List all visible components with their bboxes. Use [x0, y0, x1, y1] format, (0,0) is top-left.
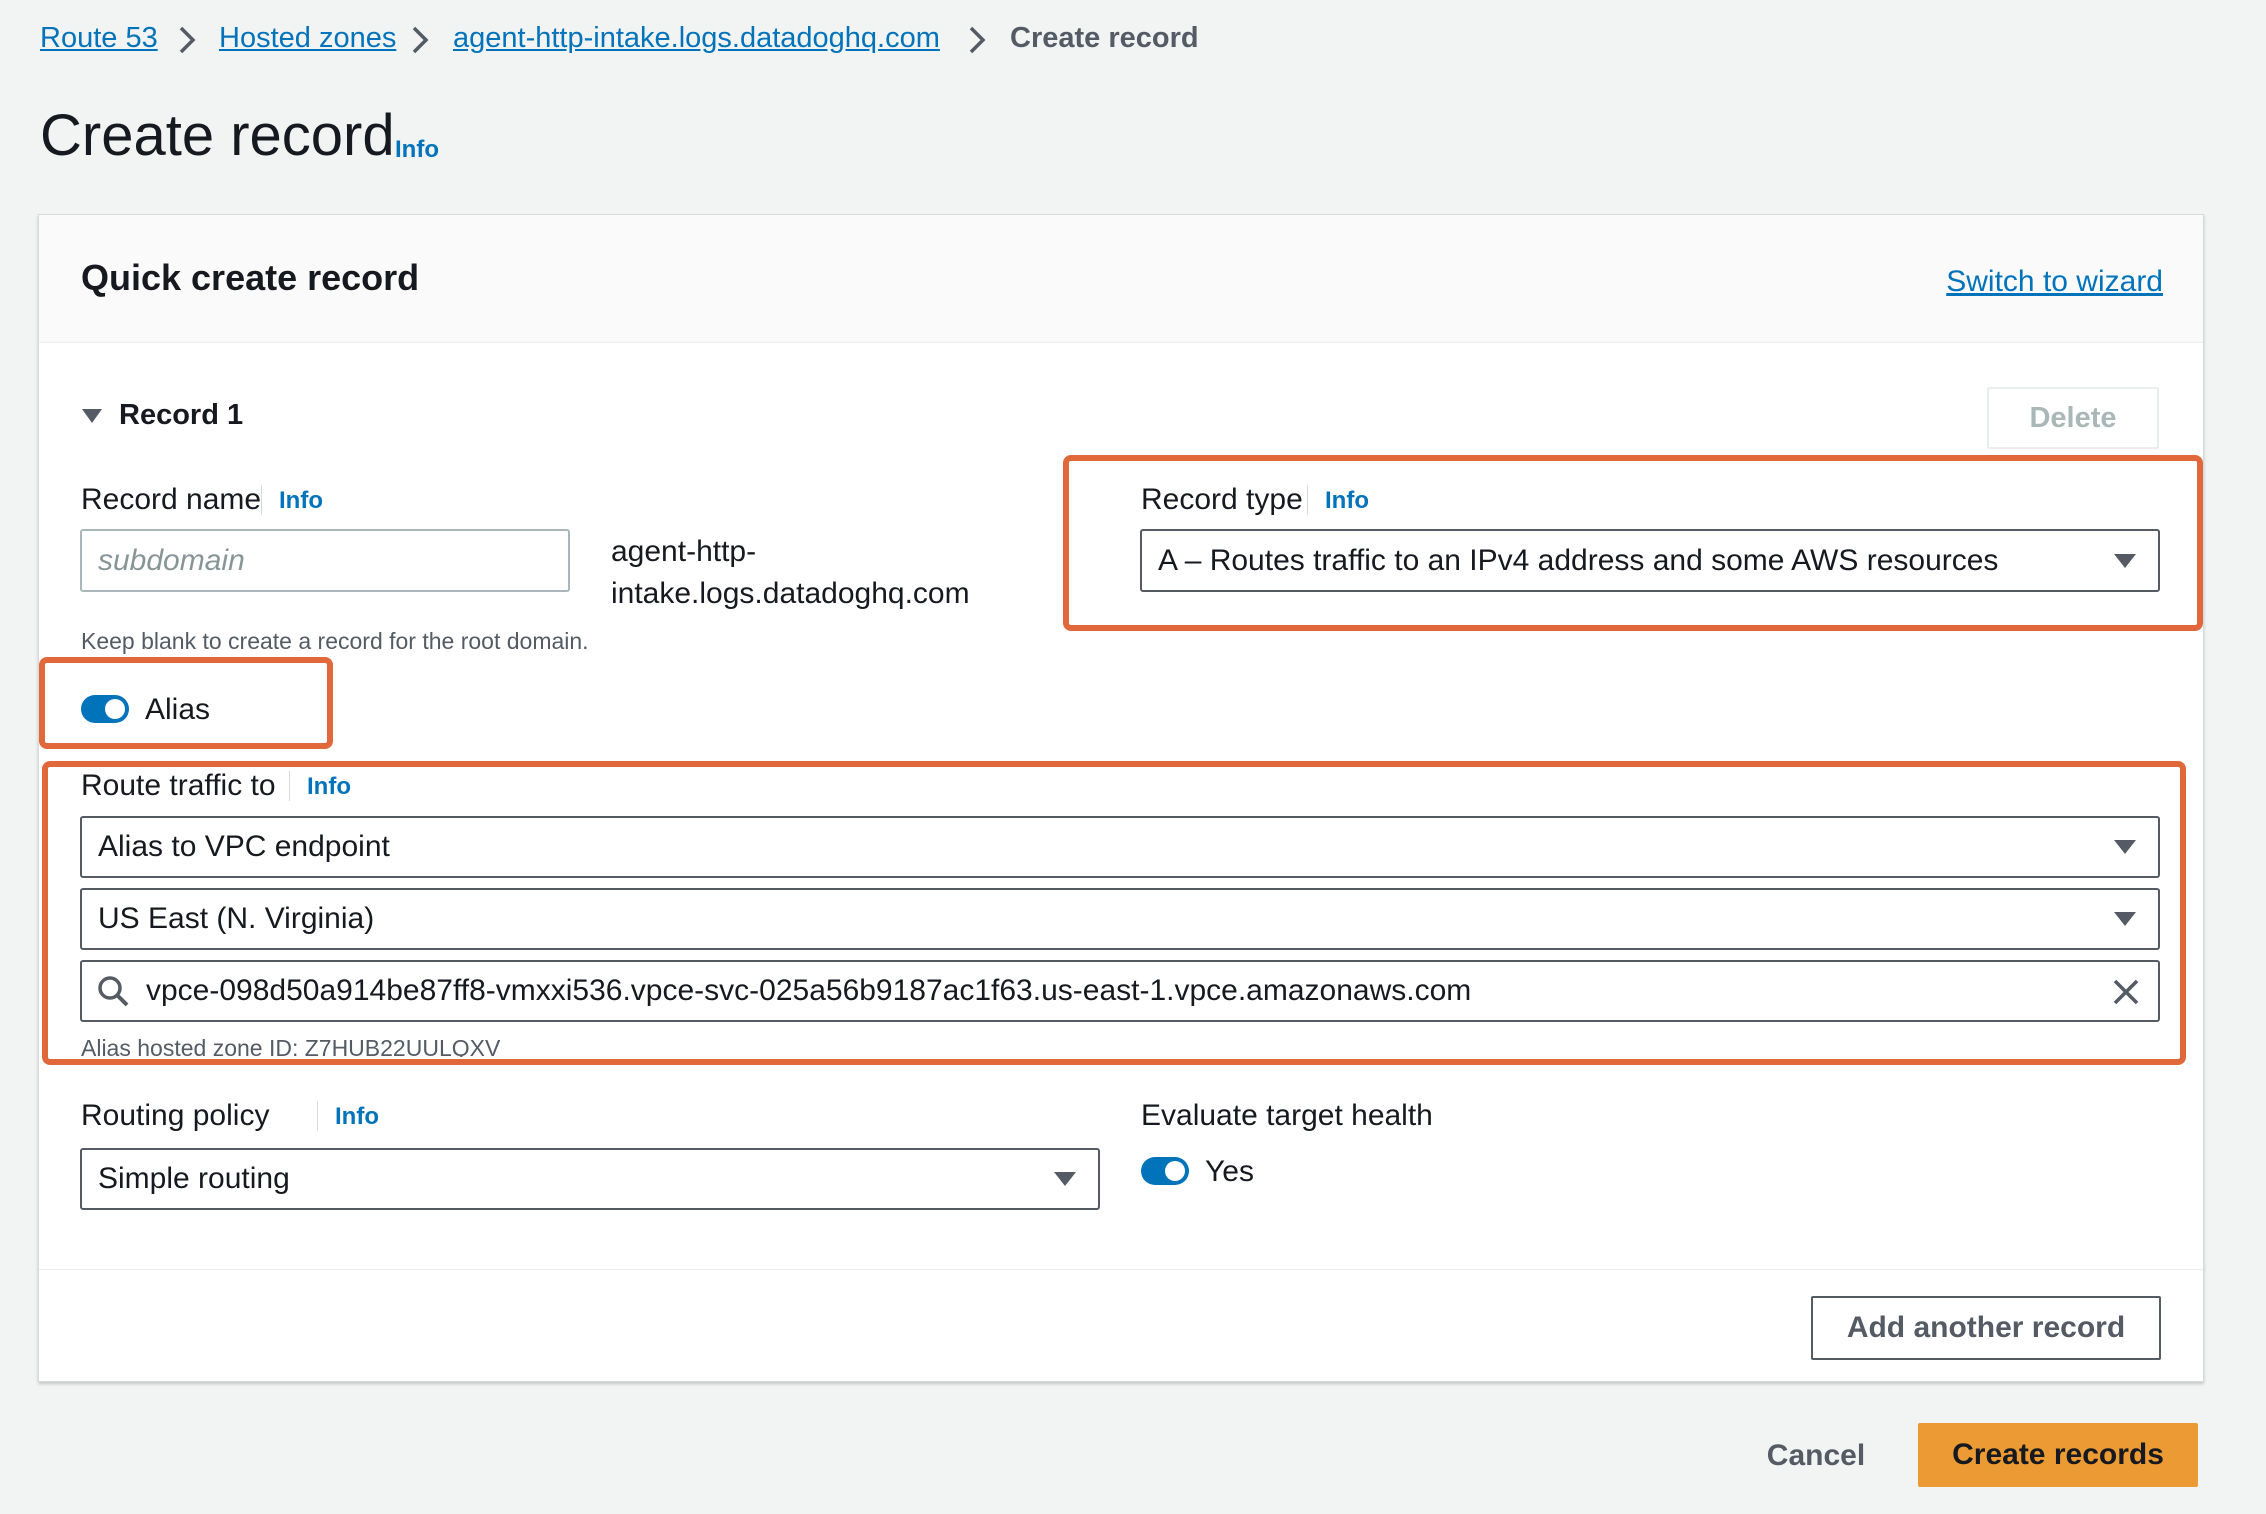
- record-section-toggle[interactable]: Record 1: [81, 399, 243, 432]
- record-name-hint: Keep blank to create a record for the ro…: [81, 628, 589, 654]
- card-header: Quick create record Switch to wizard: [39, 215, 2203, 343]
- route-traffic-highlight: [42, 761, 2186, 1065]
- delete-button[interactable]: Delete: [1987, 387, 2159, 449]
- record-name-input[interactable]: subdomain: [80, 529, 570, 592]
- domain-suffix-line1: agent-http-: [611, 535, 757, 568]
- routing-policy-label: Routing policy: [81, 1099, 270, 1132]
- add-another-record-button[interactable]: Add another record: [1811, 1296, 2161, 1360]
- target-health-value: Yes: [1205, 1155, 1254, 1188]
- page-title: Create record: [40, 103, 395, 168]
- record-name-info-link[interactable]: Info: [279, 487, 323, 515]
- chevron-right-icon: [179, 26, 196, 54]
- cancel-button[interactable]: Cancel: [1746, 1424, 1886, 1488]
- target-health-label: Evaluate target health: [1141, 1099, 1433, 1132]
- card-title: Quick create record: [81, 257, 420, 298]
- breadcrumb: Route 53 Hosted zones agent-http-intake.…: [0, 0, 1300, 80]
- breadcrumb-hosted-zone[interactable]: agent-http-intake.logs.datadoghq.com: [453, 22, 940, 55]
- label-divider: [261, 485, 262, 515]
- record-heading: Record 1: [119, 399, 244, 431]
- alias-highlight: [39, 657, 333, 749]
- card-footer-divider: [39, 1269, 2203, 1270]
- label-divider: [317, 1101, 318, 1131]
- chevron-right-icon: [412, 26, 429, 54]
- breadcrumb-hosted-zones[interactable]: Hosted zones: [219, 22, 396, 55]
- create-records-button[interactable]: Create records: [1918, 1423, 2198, 1487]
- record-type-highlight: [1063, 455, 2203, 631]
- routing-policy-info-link[interactable]: Info: [335, 1103, 379, 1131]
- chevron-right-icon: [969, 26, 986, 54]
- target-health-toggle[interactable]: [1141, 1157, 1189, 1185]
- record-name-placeholder: subdomain: [98, 543, 245, 577]
- caret-down-icon: [82, 408, 102, 423]
- switch-to-wizard-link[interactable]: Switch to wizard: [1946, 265, 2163, 299]
- caret-down-icon: [1054, 1172, 1076, 1186]
- breadcrumb-route53[interactable]: Route 53: [40, 22, 158, 55]
- page-info-link[interactable]: Info: [395, 136, 439, 164]
- domain-suffix-line2: intake.logs.datadoghq.com: [611, 577, 970, 610]
- routing-policy-select[interactable]: Simple routing: [80, 1148, 1100, 1210]
- breadcrumb-current: Create record: [1010, 22, 1199, 54]
- quick-create-card: Quick create record Switch to wizard Rec…: [38, 214, 2204, 1382]
- record-name-label: Record name: [81, 483, 262, 516]
- routing-policy-value: Simple routing: [98, 1162, 290, 1195]
